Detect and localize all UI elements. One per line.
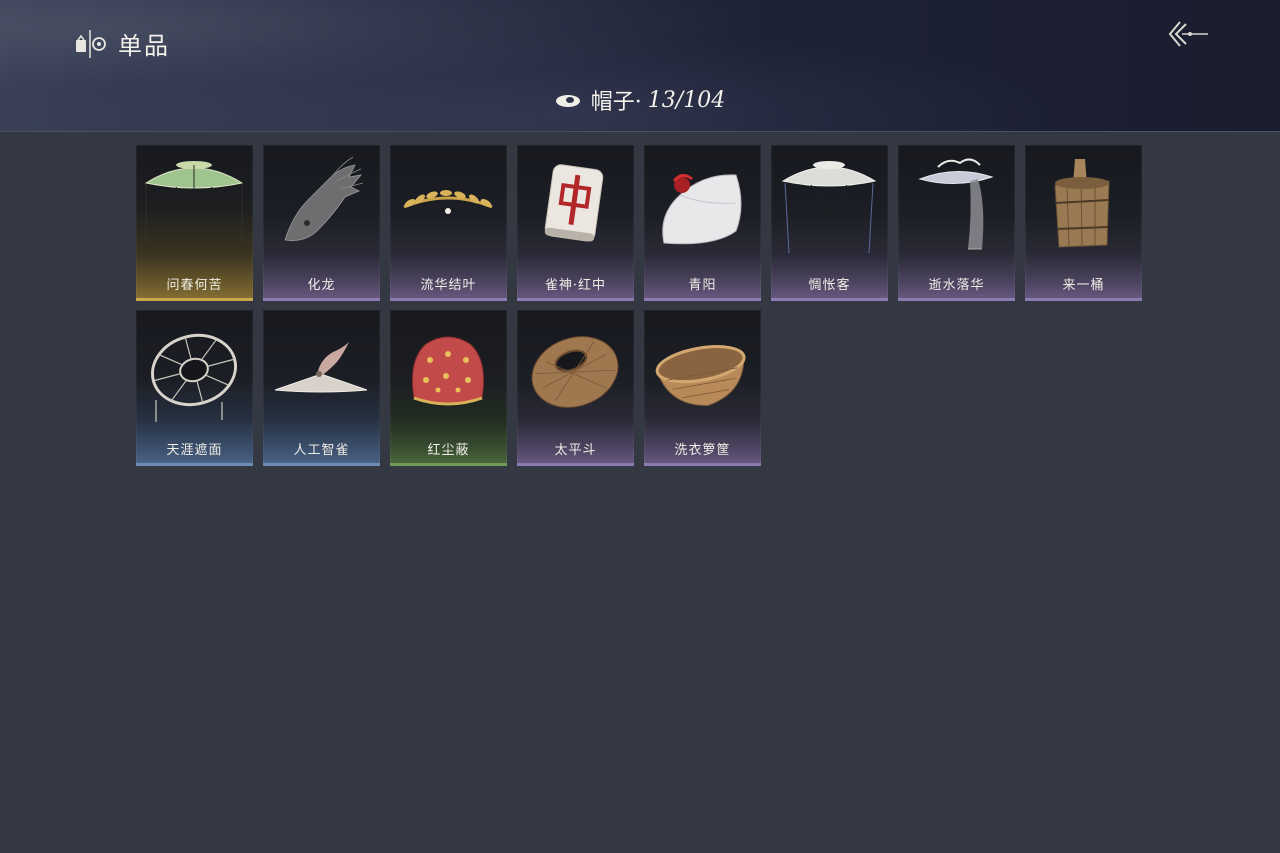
item-card[interactable]: 天涯遮面 — [136, 310, 253, 466]
brand: 单品 — [74, 26, 170, 61]
veiled-hat-icon — [918, 158, 994, 250]
header-banner: 单品 帽子· 13/104 — [0, 0, 1280, 132]
item-name: 洗衣箩筐 — [674, 443, 731, 458]
back-arrow-icon — [1168, 21, 1208, 47]
item-card[interactable]: 太平斗 — [517, 310, 634, 466]
mahjong-tile-icon — [544, 164, 604, 242]
item-card[interactable]: 青阳 — [644, 145, 761, 301]
item-name: 问春何苦 — [166, 278, 223, 293]
category-label: 帽子· — [590, 90, 642, 115]
item-card[interactable]: 人工智雀 — [263, 310, 380, 466]
gold-leaf-crown-icon — [403, 190, 493, 214]
item-card[interactable]: 逝水落华 — [898, 145, 1015, 301]
item-card[interactable]: 问春何苦 — [136, 145, 253, 301]
item-name: 天涯遮面 — [166, 443, 223, 458]
item-name: 太平斗 — [554, 443, 597, 458]
item-name: 逝水落华 — [928, 278, 985, 293]
page-title: 单品 — [118, 32, 170, 60]
woven-basket-hat-icon — [531, 336, 619, 408]
item-name: 雀神·红中 — [544, 278, 607, 293]
item-card[interactable]: 红尘蔽 — [390, 310, 507, 466]
wardrobe-icon — [76, 29, 106, 58]
dragon-head-icon — [284, 156, 364, 241]
item-name: 人工智雀 — [293, 443, 350, 458]
item-grid: 问春何苦 化龙 流华结叶 雀神·红中 青阳 惆怅客 逝水落华 来一桶 天涯遮面 … — [136, 145, 1142, 466]
back-button[interactable] — [1166, 18, 1210, 50]
item-card[interactable]: 洗衣箩筐 — [644, 310, 761, 466]
item-card[interactable]: 惆怅客 — [771, 145, 888, 301]
bird-hat-icon — [274, 342, 368, 393]
wicker-frame-hat-icon — [150, 333, 238, 422]
item-name: 来一桶 — [1062, 278, 1105, 293]
item-name: 红尘蔽 — [427, 443, 470, 458]
wooden-bucket-icon — [1054, 159, 1110, 248]
item-card[interactable]: 来一桶 — [1025, 145, 1142, 301]
item-card[interactable]: 流华结叶 — [390, 145, 507, 301]
red-cloth-hood-icon — [412, 336, 484, 406]
green-bamboo-hat-icon — [144, 161, 244, 245]
item-card[interactable]: 雀神·红中 — [517, 145, 634, 301]
item-name: 青阳 — [688, 278, 717, 293]
white-bamboo-hat-icon — [781, 161, 877, 254]
item-name: 流华结叶 — [420, 278, 477, 293]
category-header: 帽子· 13/104 — [0, 84, 1280, 116]
white-feather-hat-icon — [662, 174, 742, 245]
item-name: 化龙 — [307, 278, 336, 293]
item-name: 惆怅客 — [808, 278, 851, 293]
item-card[interactable]: 化龙 — [263, 145, 380, 301]
item-count: 13/104 — [647, 87, 726, 113]
hat-category-icon — [555, 95, 580, 107]
laundry-basket-icon — [655, 345, 746, 406]
